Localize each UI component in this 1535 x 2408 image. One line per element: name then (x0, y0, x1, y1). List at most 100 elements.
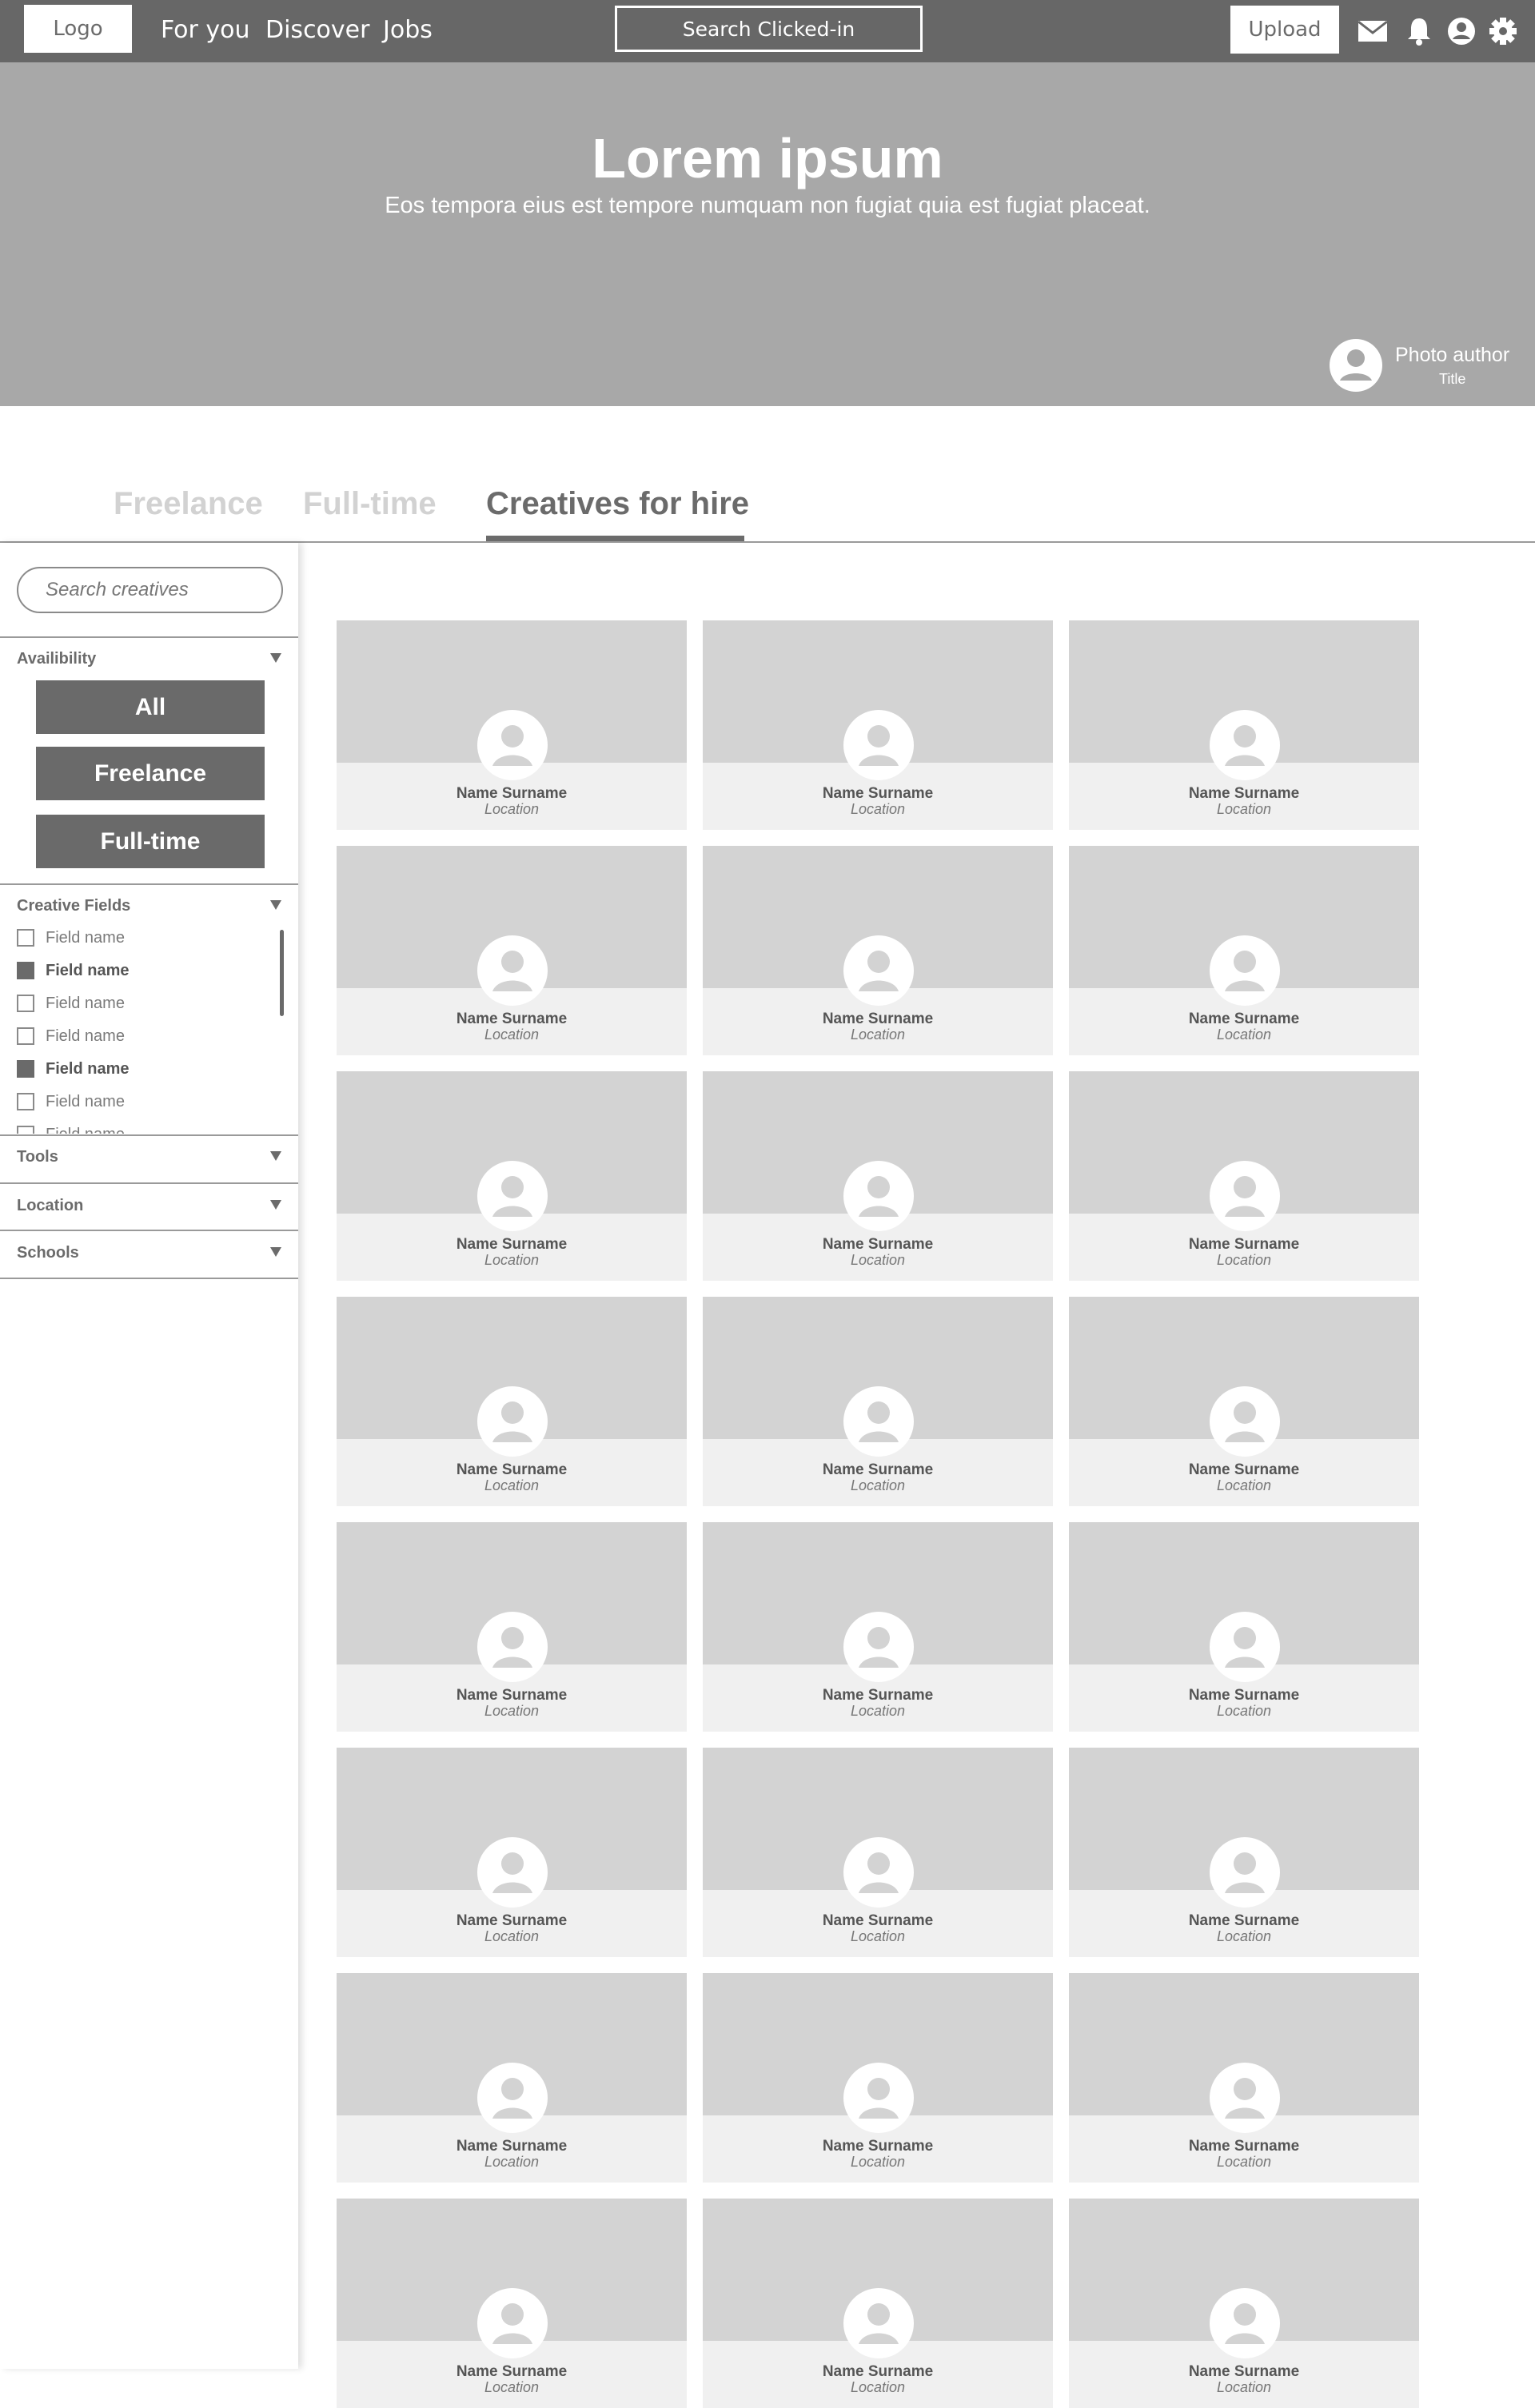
creative-field-item[interactable]: Field name (17, 926, 125, 950)
profile-avatar-icon[interactable] (477, 1161, 548, 1231)
profile-avatar-icon[interactable] (843, 1837, 914, 1908)
profile-avatar-icon[interactable] (1210, 2288, 1280, 2358)
field-checkbox[interactable] (17, 1126, 34, 1134)
creative-card[interactable]: Name Surname Location (337, 846, 687, 1055)
creative-name[interactable]: Name Surname (337, 2138, 687, 2155)
creative-card[interactable]: Name Surname Location (703, 1522, 1053, 1732)
creative-card[interactable]: Name Surname Location (703, 1297, 1053, 1506)
profile-avatar-icon[interactable] (477, 710, 548, 780)
creative-name[interactable]: Name Surname (703, 1236, 1053, 1254)
field-checkbox[interactable] (17, 1093, 34, 1110)
profile-avatar-icon[interactable] (1210, 935, 1280, 1006)
schools-heading[interactable]: Schools (17, 1244, 79, 1262)
profile-avatar-icon[interactable] (1210, 710, 1280, 780)
creative-name[interactable]: Name Surname (337, 785, 687, 803)
creative-card[interactable]: Name Surname Location (1069, 1297, 1419, 1506)
profile-avatar-icon[interactable] (1210, 1837, 1280, 1908)
profile-avatar-icon[interactable] (843, 2063, 914, 2133)
availability-heading[interactable]: Availibility (17, 650, 96, 668)
profile-avatar-icon[interactable] (1210, 1386, 1280, 1457)
profile-avatar-icon[interactable] (843, 1161, 914, 1231)
creative-name[interactable]: Name Surname (337, 1011, 687, 1028)
field-checkbox[interactable] (17, 995, 34, 1012)
nav-discover[interactable]: Discover (265, 16, 369, 44)
user-icon[interactable] (1445, 16, 1477, 46)
profile-avatar-icon[interactable] (843, 935, 914, 1006)
creative-name[interactable]: Name Surname (1069, 1236, 1419, 1254)
creative-field-item[interactable]: Field name (17, 1057, 129, 1081)
profile-avatar-icon[interactable] (1210, 2063, 1280, 2133)
profile-avatar-icon[interactable] (477, 1612, 548, 1682)
creative-card[interactable]: Name Surname Location (1069, 1071, 1419, 1281)
tab-creatives-for-hire[interactable]: Creatives for hire (486, 486, 749, 522)
creative-card[interactable]: Name Surname Location (1069, 620, 1419, 830)
creative-card[interactable]: Name Surname Location (1069, 2199, 1419, 2408)
profile-avatar-icon[interactable] (477, 1837, 548, 1908)
profile-avatar-icon[interactable] (843, 2288, 914, 2358)
field-checkbox[interactable] (17, 1060, 34, 1078)
creative-name[interactable]: Name Surname (337, 1236, 687, 1254)
creative-card[interactable]: Name Surname Location (1069, 1748, 1419, 1957)
creative-card[interactable]: Name Surname Location (703, 1973, 1053, 2183)
creative-card[interactable]: Name Surname Location (703, 1071, 1053, 1281)
creative-field-item[interactable]: Field name (17, 1122, 125, 1134)
creative-card[interactable]: Name Surname Location (337, 1748, 687, 1957)
creative-name[interactable]: Name Surname (1069, 2363, 1419, 2381)
creative-name[interactable]: Name Surname (703, 2138, 1053, 2155)
tab-freelance[interactable]: Freelance (114, 486, 263, 522)
creative-card[interactable]: Name Surname Location (337, 620, 687, 830)
creative-name[interactable]: Name Surname (703, 1461, 1053, 1479)
creative-card[interactable]: Name Surname Location (1069, 1522, 1419, 1732)
field-checkbox[interactable] (17, 929, 34, 947)
photo-author-name[interactable]: Photo author (1395, 344, 1509, 367)
profile-avatar-icon[interactable] (477, 2063, 548, 2133)
global-search-input[interactable]: Search Clicked-in (615, 6, 923, 52)
creative-name[interactable]: Name Surname (337, 2363, 687, 2381)
creative-name[interactable]: Name Surname (703, 1912, 1053, 1930)
creative-card[interactable]: Name Surname Location (337, 2199, 687, 2408)
creative-card[interactable]: Name Surname Location (703, 2199, 1053, 2408)
creative-name[interactable]: Name Surname (337, 1912, 687, 1930)
creative-card[interactable]: Name Surname Location (1069, 1973, 1419, 2183)
logo[interactable]: Logo (24, 5, 132, 53)
creative-name[interactable]: Name Surname (337, 1687, 687, 1704)
gear-icon[interactable] (1487, 16, 1519, 46)
field-checkbox[interactable] (17, 962, 34, 979)
creative-name[interactable]: Name Surname (703, 1687, 1053, 1704)
availability-freelance-button[interactable]: Freelance (36, 747, 265, 800)
creative-field-item[interactable]: Field name (17, 1024, 125, 1048)
upload-button[interactable]: Upload (1230, 6, 1339, 54)
creative-name[interactable]: Name Surname (337, 1461, 687, 1479)
field-checkbox[interactable] (17, 1027, 34, 1045)
creative-name[interactable]: Name Surname (1069, 1687, 1419, 1704)
creative-field-item[interactable]: Field name (17, 959, 129, 983)
creative-fields-heading[interactable]: Creative Fields (17, 897, 130, 915)
profile-avatar-icon[interactable] (843, 1386, 914, 1457)
bell-icon[interactable] (1403, 16, 1435, 46)
profile-avatar-icon[interactable] (843, 1612, 914, 1682)
availability-caret-icon[interactable] (270, 653, 281, 663)
creative-card[interactable]: Name Surname Location (337, 1973, 687, 2183)
fields-scrollbar[interactable] (280, 930, 284, 1016)
creative-name[interactable]: Name Surname (703, 1011, 1053, 1028)
nav-for-you[interactable]: For you (161, 16, 250, 44)
creative-field-item[interactable]: Field name (17, 991, 125, 1015)
profile-avatar-icon[interactable] (477, 2288, 548, 2358)
author-avatar-icon[interactable] (1330, 339, 1382, 392)
creative-card[interactable]: Name Surname Location (1069, 846, 1419, 1055)
creative-card[interactable]: Name Surname Location (337, 1297, 687, 1506)
creative-field-item[interactable]: Field name (17, 1090, 125, 1114)
creative-card[interactable]: Name Surname Location (337, 1071, 687, 1281)
profile-avatar-icon[interactable] (477, 935, 548, 1006)
creative-card[interactable]: Name Surname Location (703, 620, 1053, 830)
creative-card[interactable]: Name Surname Location (337, 1522, 687, 1732)
location-caret-icon[interactable] (270, 1200, 281, 1210)
tools-caret-icon[interactable] (270, 1151, 281, 1161)
creative-name[interactable]: Name Surname (703, 2363, 1053, 2381)
availability-full-time-button[interactable]: Full-time (36, 815, 265, 868)
profile-avatar-icon[interactable] (1210, 1612, 1280, 1682)
creative-name[interactable]: Name Surname (1069, 1461, 1419, 1479)
creative-card[interactable]: Name Surname Location (703, 1748, 1053, 1957)
mail-icon[interactable] (1357, 16, 1389, 46)
creative-name[interactable]: Name Surname (1069, 1912, 1419, 1930)
